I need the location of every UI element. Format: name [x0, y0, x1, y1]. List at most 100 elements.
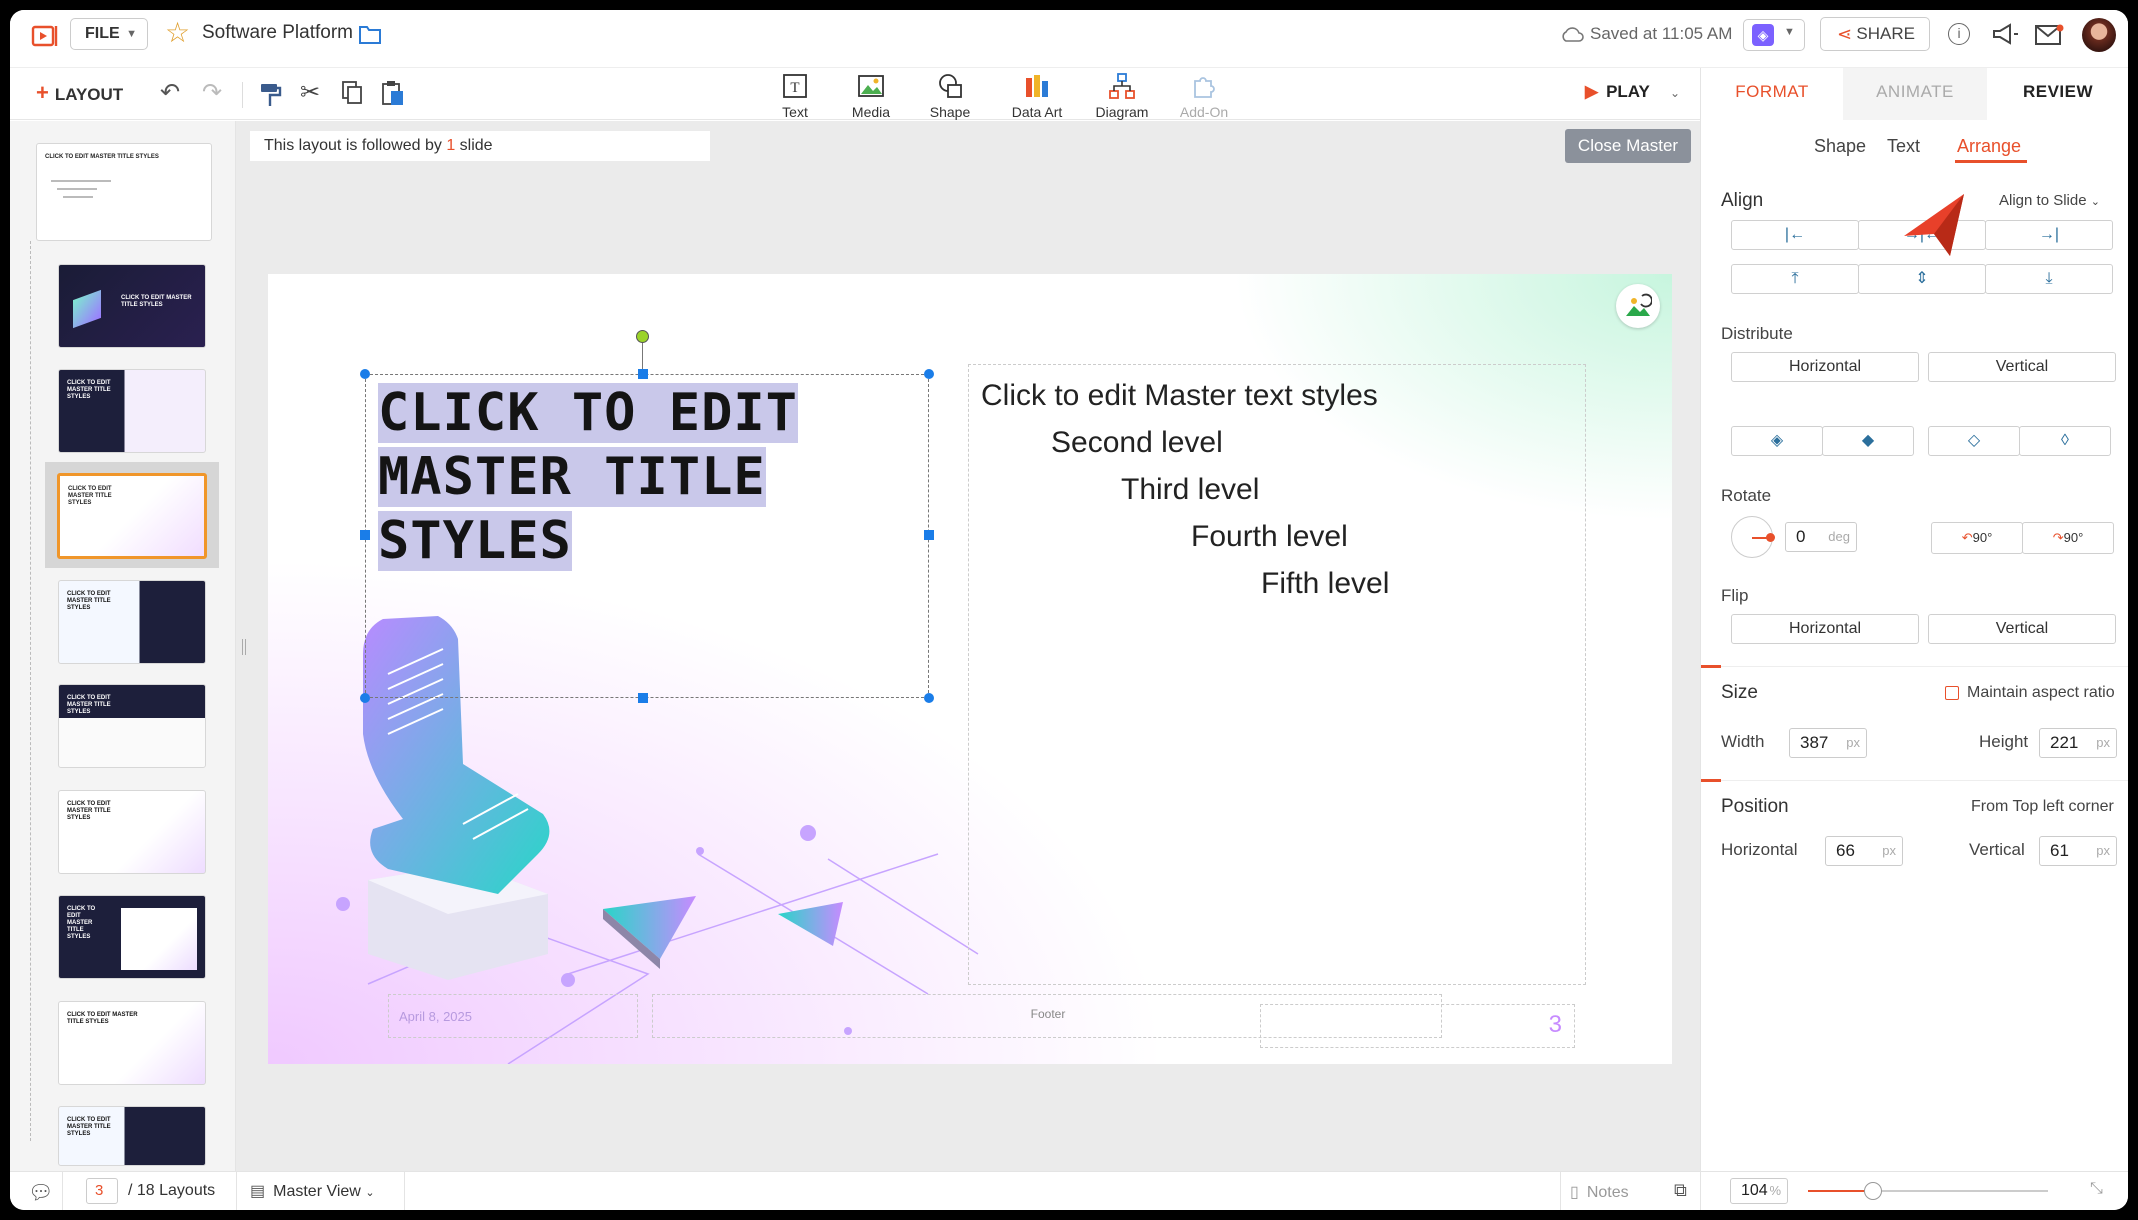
align-bottom-button[interactable]: ⤓	[1985, 264, 2113, 294]
zoom-slider-thumb[interactable]	[1863, 1182, 1882, 1200]
notes-button[interactable]: ▯ Notes	[1570, 1182, 1629, 1202]
layout-thumbnail-8[interactable]: CLICK TO EDIT MASTER TITLE STYLES	[58, 1001, 206, 1085]
align-to-label: Align to Slide	[1999, 192, 2087, 209]
fit-to-screen-icon[interactable]: ⤡	[2090, 1180, 2103, 1198]
align-left-button[interactable]: |←	[1731, 220, 1859, 250]
resize-handle-top-left[interactable]	[360, 369, 370, 379]
announcement-icon[interactable]	[1990, 22, 2020, 48]
send-backward-button[interactable]: ◇	[1928, 426, 2020, 456]
redo-icon[interactable]: ↷	[202, 78, 222, 107]
insert-media-button[interactable]: Media	[826, 72, 916, 120]
grid-snap-icon[interactable]: ⧉	[1674, 1180, 1687, 1201]
insert-add-on-button[interactable]: Add-On	[1159, 72, 1249, 120]
share-button[interactable]: ⋖ SHARE	[1820, 17, 1930, 51]
folder-icon[interactable]	[358, 24, 382, 46]
align-right-button[interactable]: →|	[1985, 220, 2113, 250]
layout-number-input[interactable]: 3	[86, 1178, 118, 1204]
insert-diagram-button[interactable]: Diagram	[1077, 72, 1167, 120]
align-bottom-icon: ⤓	[2045, 270, 2053, 287]
flip-horizontal-button[interactable]: Horizontal	[1731, 614, 1919, 644]
mail-icon[interactable]	[2034, 24, 2064, 46]
layout-button[interactable]: + LAYOUT	[36, 80, 123, 106]
layout-thumbnail-6[interactable]: CLICK TO EDIT MASTER TITLE STYLES	[58, 790, 206, 874]
height-input[interactable]: 221 px	[2039, 728, 2117, 758]
cut-icon[interactable]: ✂	[300, 78, 320, 107]
vertical-position-input[interactable]: 61 px	[2039, 836, 2117, 866]
flip-vertical-button[interactable]: Vertical	[1928, 614, 2116, 644]
user-avatar[interactable]	[2082, 18, 2116, 52]
title-placeholder-selected[interactable]: CLICK TO EDIT MASTER TITLE STYLES	[365, 374, 929, 698]
horizontal-position-input[interactable]: 66 px	[1825, 836, 1903, 866]
rotate-handle[interactable]	[636, 330, 649, 343]
info-icon[interactable]: i	[1948, 23, 1970, 45]
resize-handle-left[interactable]	[360, 530, 370, 540]
close-master-button[interactable]: Close Master	[1565, 129, 1691, 163]
insert-data-art-button[interactable]: Data Art	[992, 72, 1082, 120]
date-placeholder[interactable]: April 8, 2025	[388, 994, 638, 1038]
star-icon[interactable]: ☆	[165, 16, 190, 49]
play-options-chevron-icon[interactable]: ⌄	[1670, 86, 1680, 100]
width-input[interactable]: 387 px	[1789, 728, 1867, 758]
position-origin-label: From Top left corner	[1971, 798, 2114, 815]
resize-handle-bottom-left[interactable]	[360, 693, 370, 703]
play-button[interactable]: ▶ PLAY	[1585, 82, 1650, 102]
distribute-horizontal-button[interactable]: Horizontal	[1731, 352, 1919, 382]
insert-shape-button[interactable]: Shape	[905, 72, 995, 120]
layout-thumbnail-3-selected[interactable]: CLICK TO EDIT MASTER TITLE STYLES	[57, 473, 207, 559]
tab-format[interactable]: FORMAT	[1701, 68, 1843, 120]
comments-icon[interactable]: 💬︎	[28, 1180, 53, 1205]
slide-number-placeholder[interactable]: 3	[1260, 1004, 1575, 1048]
rotate-right-90-button[interactable]: ↷90°	[2022, 522, 2114, 554]
layout-thumbnail-7[interactable]: CLICK TO EDIT MASTER TITLE STYLES	[58, 895, 206, 979]
resize-handle-bottom-right[interactable]	[924, 693, 934, 703]
align-top-button[interactable]: ⤒	[1731, 264, 1859, 294]
content-placeholder[interactable]: Click to edit Master text styles Second …	[968, 364, 1586, 985]
bring-forward-button[interactable]: ◈	[1731, 426, 1823, 456]
rotate-angle-input[interactable]: 0 deg	[1785, 522, 1857, 552]
undo-icon[interactable]: ↶	[160, 78, 180, 107]
subtab-arrange[interactable]: Arrange	[1957, 136, 2021, 157]
tab-review[interactable]: REVIEW	[1987, 68, 2128, 120]
file-menu-button[interactable]: FILE ▼	[70, 18, 148, 50]
zoom-slider-track[interactable]	[1808, 1182, 2048, 1200]
zoom-input[interactable]: 104%	[1730, 1178, 1788, 1204]
thumbnail-graphic	[121, 908, 197, 970]
align-middle-button[interactable]: ⇕	[1858, 264, 1986, 294]
tab-animate[interactable]: ANIMATE	[1844, 68, 1986, 120]
send-to-back-button[interactable]: ◊	[2019, 426, 2111, 456]
layout-thumbnail-4[interactable]: CLICK TO EDIT MASTER TITLE STYLES	[58, 580, 206, 664]
align-to-dropdown[interactable]: Align to Slide ⌄	[1999, 192, 2100, 209]
layout-thumbnail-9[interactable]: CLICK TO EDIT MASTER TITLE STYLES	[58, 1106, 206, 1166]
app-logo-icon[interactable]	[30, 22, 58, 50]
rotate-left-90-button[interactable]: ↶90°	[1931, 522, 2023, 554]
format-painter-icon[interactable]	[258, 82, 282, 108]
bring-to-front-button[interactable]: ◆	[1822, 426, 1914, 456]
layers-dropdown[interactable]: ◈ ▼	[1743, 19, 1805, 51]
subtab-shape[interactable]: Shape	[1814, 136, 1866, 157]
maintain-aspect-checkbox[interactable]	[1945, 686, 1959, 700]
layout-thumbnail-1[interactable]: CLICK TO EDIT MASTER TITLE STYLES	[58, 264, 206, 348]
copy-icon[interactable]	[340, 80, 364, 106]
master-slide-thumbnail[interactable]: CLICK TO EDIT MASTER TITLE STYLES	[36, 143, 212, 241]
width-value: 387	[1800, 733, 1829, 752]
resize-handle-bottom[interactable]	[638, 693, 648, 703]
zoom-value: 104	[1741, 1182, 1768, 1199]
resize-handle-top[interactable]	[638, 369, 648, 379]
panel-resize-handle[interactable]	[242, 639, 246, 655]
layout-thumbnail-2[interactable]: CLICK TO EDIT MASTER TITLE STYLES	[58, 369, 206, 453]
distribute-vertical-button[interactable]: Vertical	[1928, 352, 2116, 382]
paste-icon[interactable]	[380, 80, 406, 108]
slide-title-text[interactable]: CLICK TO EDIT MASTER TITLE STYLES	[378, 381, 818, 573]
format-panel: FORMAT ANIMATE REVIEW Shape Text Arrange…	[1700, 68, 2128, 1181]
layout-thumbnail-5[interactable]: CLICK TO EDIT MASTER TITLE STYLES	[58, 684, 206, 768]
view-mode-dropdown[interactable]: ▤ Master View ⌄	[250, 1181, 375, 1201]
resize-handle-right[interactable]	[924, 530, 934, 540]
resize-handle-top-right[interactable]	[924, 369, 934, 379]
subtab-text[interactable]: Text	[1887, 136, 1920, 157]
rotate-dial[interactable]	[1731, 516, 1775, 558]
main-toolbar: + LAYOUT ↶ ↷ ✂ T Text Media Shape Data Ar…	[10, 68, 1700, 120]
document-title[interactable]: Software Platform	[202, 22, 353, 44]
slide-canvas[interactable]: CLICK TO EDIT MASTER TITLE STYLES Click …	[268, 274, 1672, 1064]
change-image-button[interactable]	[1616, 284, 1660, 328]
share-icon: ⋖	[1837, 24, 1853, 44]
